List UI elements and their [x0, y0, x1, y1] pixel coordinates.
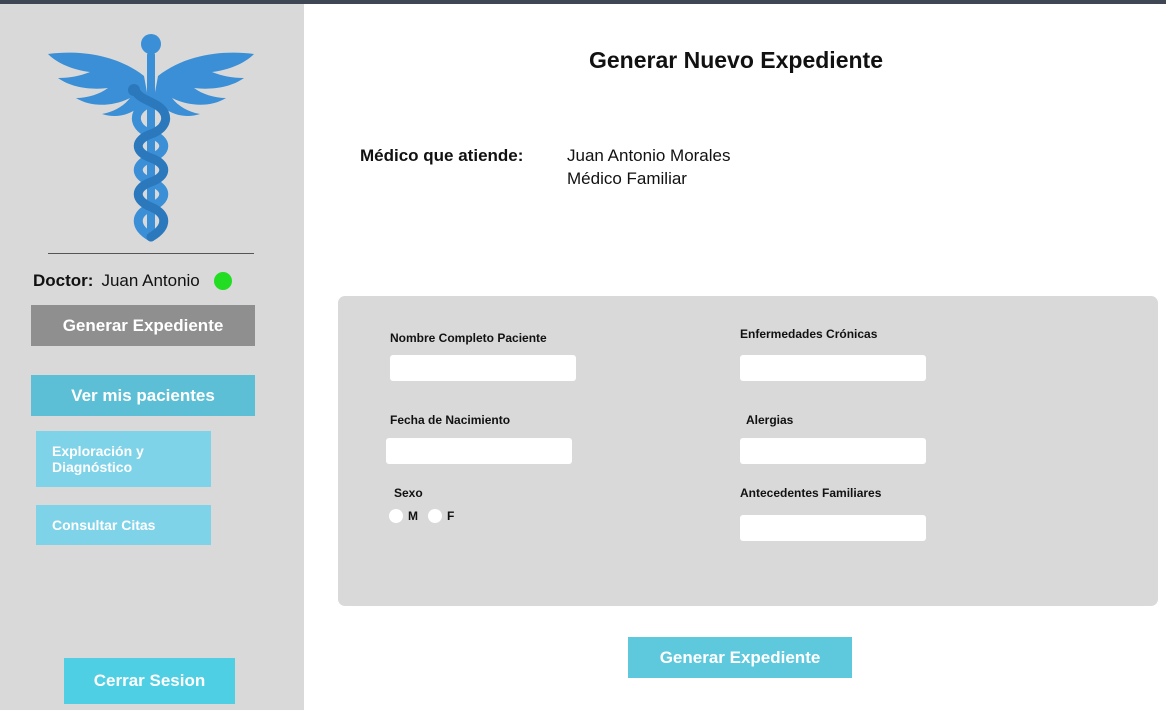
antecedentes-label: Antecedentes Familiares [740, 486, 882, 500]
fecha-label: Fecha de Nacimiento [390, 413, 511, 427]
generar-expediente-nav-button[interactable]: Generar Expediente [31, 305, 255, 346]
nombre-label: Nombre Completo Paciente [390, 331, 547, 345]
enfermedades-label: Enfermedades Crónicas [740, 327, 878, 341]
medico-label: Médico que atiende: [360, 146, 524, 165]
ver-mis-pacientes-button[interactable]: Ver mis pacientes [31, 375, 255, 416]
consultar-citas-button[interactable]: Consultar Citas [36, 505, 211, 545]
medico-role: Médico Familiar [567, 169, 687, 188]
medico-name: Juan Antonio Morales [567, 146, 731, 165]
sexo-radio-group: M F [389, 509, 454, 523]
nombre-input[interactable] [390, 355, 576, 381]
consultar-citas-label: Consultar Citas [52, 517, 156, 533]
generar-expediente-submit-label: Generar Expediente [659, 647, 821, 667]
doctor-name: Juan Antonio [101, 271, 200, 290]
cerrar-sesion-button[interactable]: Cerrar Sesion [64, 658, 235, 704]
generar-expediente-submit-button[interactable]: Generar Expediente [628, 637, 852, 678]
online-status-dot-icon [213, 272, 232, 290]
sidebar-divider [48, 253, 254, 254]
antecedentes-input[interactable] [740, 515, 926, 541]
cerrar-sesion-label: Cerrar Sesion [93, 671, 206, 690]
sexo-m-label: M [408, 509, 418, 523]
ver-mis-pacientes-label: Ver mis pacientes [71, 385, 215, 405]
sexo-f-label: F [447, 509, 455, 523]
sexo-f-radio[interactable] [428, 509, 442, 523]
doctor-label: Doctor: [33, 271, 94, 290]
exploracion-diagnostico-button[interactable]: Exploración y Diagnóstico [36, 431, 211, 487]
doctor-info: Doctor: Juan Antonio [33, 269, 232, 293]
fecha-input[interactable] [386, 438, 572, 464]
exploracion-diagnostico-label: Exploración y Diagnóstico [52, 443, 144, 475]
sexo-label: Sexo [394, 486, 423, 500]
sexo-m-radio[interactable] [389, 509, 403, 523]
alergias-input[interactable] [740, 438, 926, 464]
generar-expediente-nav-label: Generar Expediente [62, 315, 224, 335]
page-title: Generar Nuevo Expediente [589, 47, 883, 73]
caduceus-icon [48, 34, 254, 242]
sidebar: Doctor: Juan Antonio Generar Expediente … [0, 4, 304, 710]
enfermedades-input[interactable] [740, 355, 926, 381]
alergias-label: Alergias [746, 413, 794, 427]
